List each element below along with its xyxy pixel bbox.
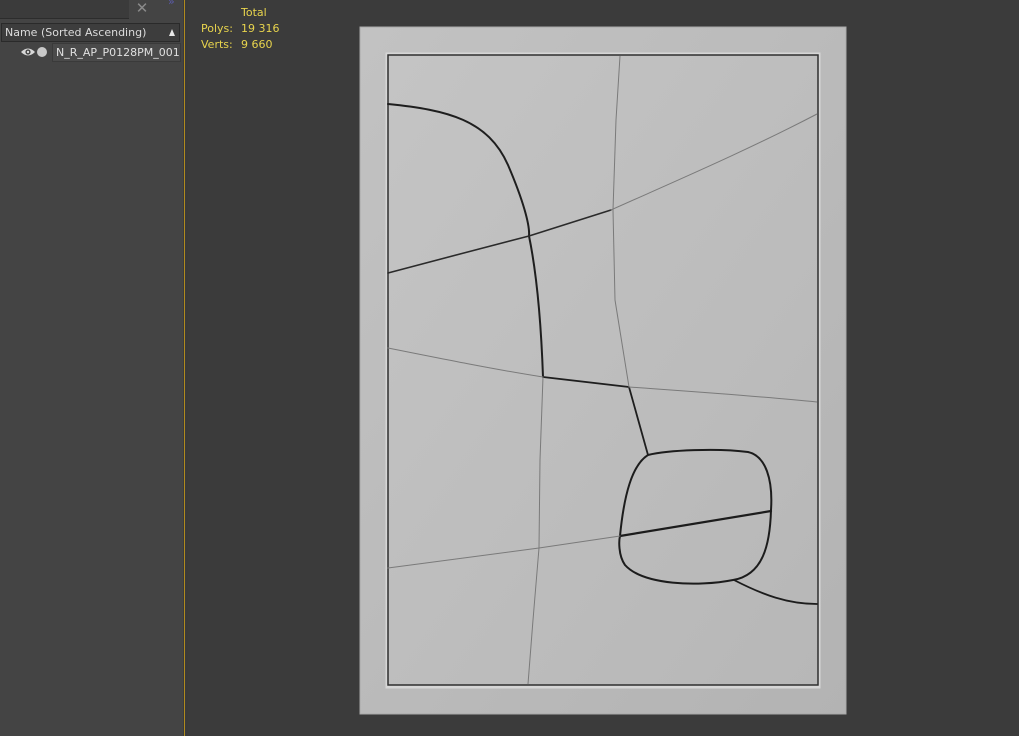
- list-item[interactable]: N_R_AP_P0128PM_001: [0, 43, 181, 62]
- name-column-header[interactable]: Name (Sorted Ascending): [1, 23, 180, 42]
- explorer-filter-field[interactable]: [0, 0, 129, 19]
- close-icon[interactable]: ✕: [131, 0, 153, 18]
- sort-ascending-icon: [169, 29, 175, 36]
- object-name-cell[interactable]: N_R_AP_P0128PM_001: [52, 43, 181, 62]
- scene-explorer-panel: ✕ » Name (Sorted Ascending) N_R_AP_P0128…: [0, 0, 183, 736]
- panel-inset: [387, 54, 819, 686]
- app-window: ✕ » Name (Sorted Ascending) N_R_AP_P0128…: [0, 0, 1019, 736]
- eye-icon[interactable]: [20, 46, 36, 58]
- column-header-label: Name (Sorted Ascending): [5, 26, 147, 39]
- expand-chevron-icon[interactable]: »: [168, 0, 175, 7]
- render-dot-icon[interactable]: [37, 47, 47, 57]
- explorer-toolbar: ✕ »: [0, 0, 183, 20]
- panel-model[interactable]: [188, 0, 1019, 736]
- splitter-accent-line: [184, 0, 185, 736]
- viewport[interactable]: Total Polys: 19 316 Verts: 9 660: [188, 0, 1019, 736]
